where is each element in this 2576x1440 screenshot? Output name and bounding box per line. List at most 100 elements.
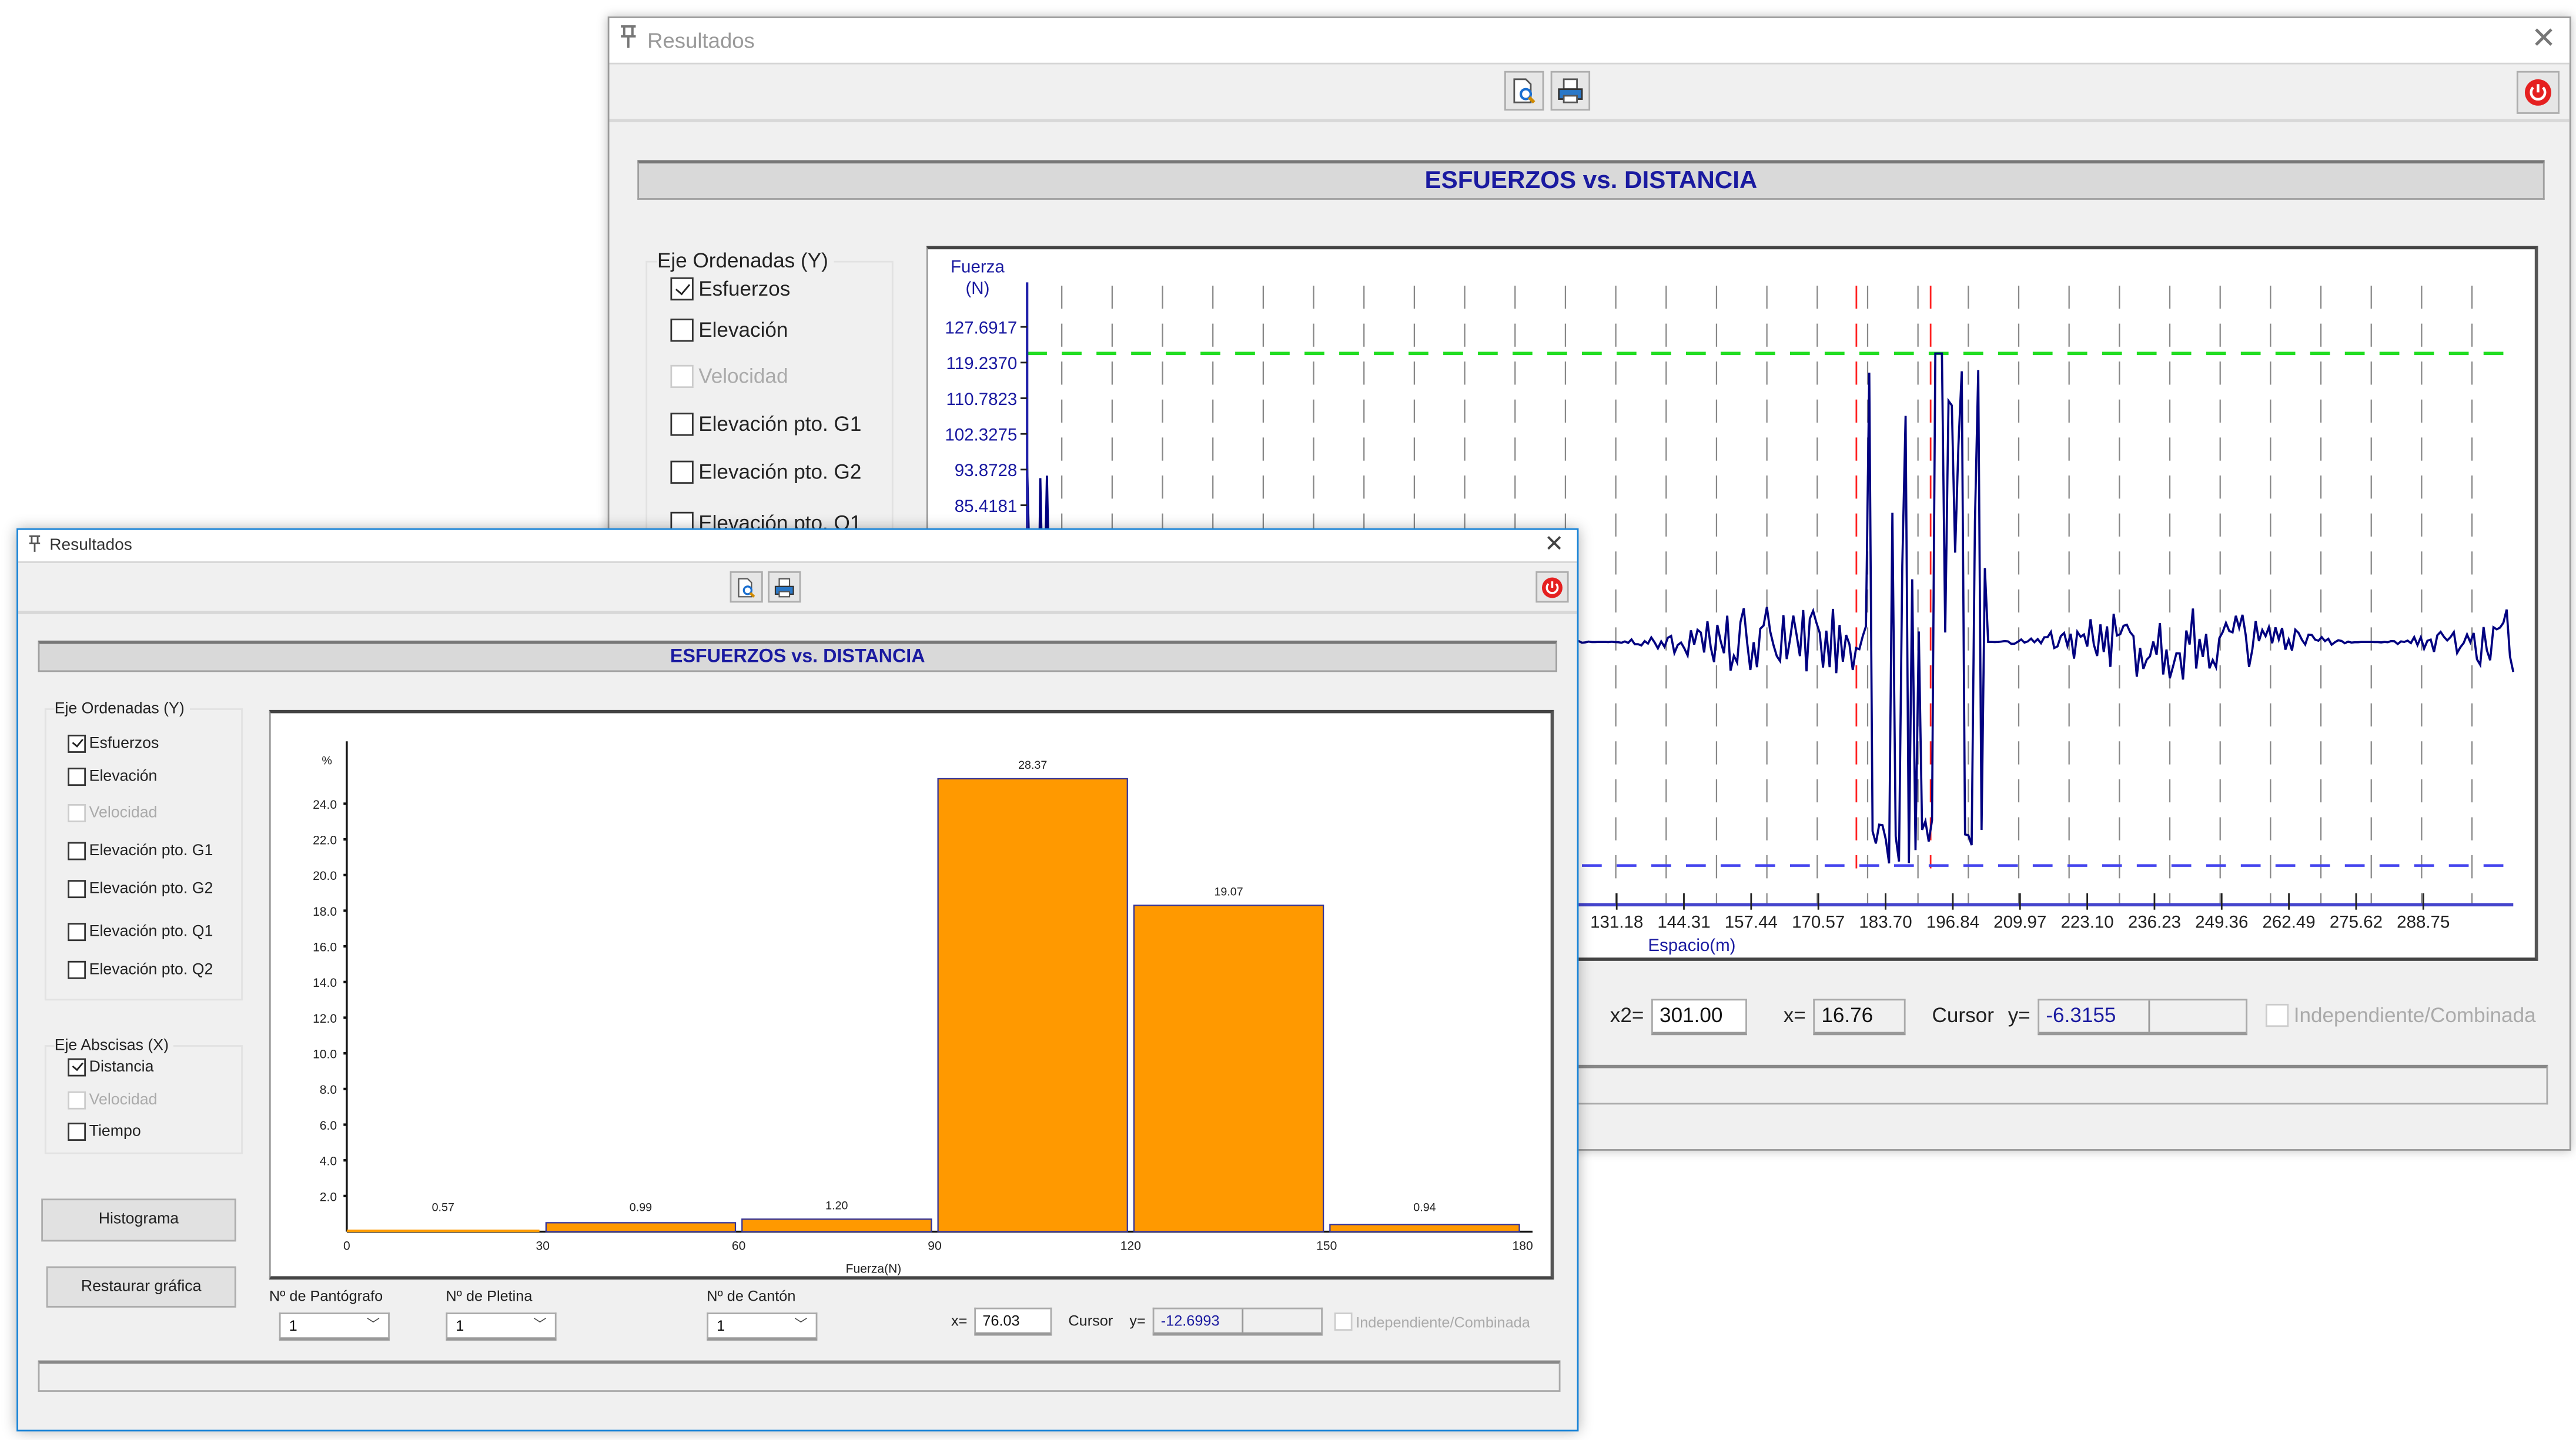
canton-label: Nº de Cantón xyxy=(707,1288,796,1305)
y-tick-label: 8.0 xyxy=(320,1083,337,1097)
x-tick-label: 249.36 xyxy=(2195,913,2248,932)
pin-icon xyxy=(28,531,41,561)
checkbox-label: Independiente/Combinada xyxy=(2293,1003,2536,1027)
checkbox-label: Distancia xyxy=(89,1058,154,1077)
pantografo-select[interactable]: 1 ﹀ xyxy=(279,1312,390,1341)
y-option-checkbox[interactable]: Elevación pto. Q1 xyxy=(68,923,213,942)
toolbar xyxy=(609,65,2570,122)
y-tick-label: 6.0 xyxy=(320,1119,337,1133)
print-preview-button[interactable] xyxy=(1504,71,1544,111)
checkbox-box xyxy=(68,1091,86,1110)
printer-icon xyxy=(1558,78,1583,103)
x-label: x= xyxy=(1783,1003,1806,1027)
checkbox-label: Elevación pto. Q1 xyxy=(89,923,213,942)
selected-value: 1 xyxy=(456,1317,464,1334)
y-tick-label: 85.4181 xyxy=(955,497,1018,516)
x-axis-title: Espacio(m) xyxy=(1648,936,1735,955)
y-tick-label: 18.0 xyxy=(313,905,337,919)
y-axis-title: (N) xyxy=(965,279,989,298)
y-option-checkbox[interactable]: Elevación pto. G2 xyxy=(670,460,861,484)
checkbox-box xyxy=(2265,1003,2289,1027)
cursor-label: Cursor xyxy=(1932,1003,1994,1027)
histogram-bar[interactable] xyxy=(937,778,1128,1233)
title-bar: Resultados ✕ xyxy=(18,530,1577,563)
histogram-bar[interactable] xyxy=(741,1218,932,1233)
x-tick-label: 170.57 xyxy=(1792,913,1845,932)
exit-button[interactable] xyxy=(2516,71,2560,114)
cursor-label: Cursor xyxy=(1068,1312,1113,1330)
bar-value-label: 0.57 xyxy=(432,1201,454,1214)
print-preview-button[interactable] xyxy=(730,571,763,603)
y-tick-label: 12.0 xyxy=(313,1012,337,1026)
y-tick-label: 102.3275 xyxy=(945,425,1017,444)
checkbox-box xyxy=(670,319,694,342)
close-icon[interactable]: ✕ xyxy=(1544,530,1564,558)
checkbox-box xyxy=(68,880,86,899)
x-value-field: 16.76 xyxy=(1813,999,1906,1036)
y-option-checkbox[interactable]: Elevación xyxy=(68,768,157,786)
x-value-field[interactable]: 76.03 xyxy=(974,1307,1052,1336)
x-tick-label: 209.97 xyxy=(1993,913,2046,932)
close-icon[interactable]: ✕ xyxy=(2531,22,2556,56)
y-option-checkbox: Velocidad xyxy=(68,803,157,822)
chevron-down-icon: ﹀ xyxy=(533,1317,547,1332)
print-button[interactable] xyxy=(1550,71,1591,111)
y-tick-label: 16.0 xyxy=(313,941,337,955)
window-title: Resultados xyxy=(647,28,755,53)
checkbox-box xyxy=(670,364,694,389)
independent-combined-checkbox[interactable]: Independiente/Combinada xyxy=(1334,1312,1530,1331)
x-tick-label: 150 xyxy=(1316,1239,1337,1253)
exit-button[interactable] xyxy=(1535,571,1569,603)
y-label: y= xyxy=(1129,1312,1146,1330)
y-option-checkbox[interactable]: Elevación pto. G1 xyxy=(670,413,861,436)
printer-icon xyxy=(774,577,794,597)
power-icon xyxy=(2524,79,2551,106)
canton-select[interactable]: 1 ﹀ xyxy=(707,1312,818,1341)
checkbox-box xyxy=(68,768,86,786)
histogram-bar[interactable] xyxy=(545,1222,737,1233)
y-option-checkbox[interactable]: Esfuerzos xyxy=(68,735,159,753)
x-tick-label: 180 xyxy=(1513,1239,1533,1253)
x-option-checkbox[interactable]: Tiempo xyxy=(68,1123,141,1141)
pletina-select[interactable]: 1 ﹀ xyxy=(446,1312,557,1341)
x-tick-label: 131.18 xyxy=(1590,913,1643,932)
y-axis-group-label: Eje Ordenadas (Y) xyxy=(54,700,190,718)
x-label: x= xyxy=(951,1312,968,1330)
y-value-field: -12.6993 xyxy=(1152,1307,1323,1336)
y-tick-label: 20.0 xyxy=(313,869,337,883)
histogram-chart[interactable]: % 2.0 4.0 6.0 8.0 10.0 12.0 14.0 16.0 18.0 20.0 22.… xyxy=(269,709,1554,1280)
x-tick-label: 60 xyxy=(732,1239,745,1253)
y-tick-label: 24.0 xyxy=(313,798,337,812)
independent-combined-checkbox[interactable]: Independiente/Combinada xyxy=(2265,1003,2536,1027)
y-option-checkbox[interactable]: Elevación pto. G2 xyxy=(68,880,213,899)
bar-value-label: 0.99 xyxy=(630,1201,652,1214)
checkbox-label: Tiempo xyxy=(89,1123,141,1141)
bar-value-label: 19.07 xyxy=(1214,885,1243,898)
chart-title-panel: ESFUERZOS vs. DISTANCIA xyxy=(38,640,1557,672)
histogram-bar[interactable] xyxy=(1329,1224,1520,1233)
x-tick-label: 30 xyxy=(536,1239,550,1253)
checkbox-label: Velocidad xyxy=(698,364,788,389)
x-tick-label: 288.75 xyxy=(2397,913,2450,932)
y-tick-label: 119.2370 xyxy=(946,354,1018,373)
x-tick-label: 196.84 xyxy=(1926,913,1979,932)
y-value: -6.3155 xyxy=(2046,1003,2116,1027)
y-tick-label: 127.6917 xyxy=(945,318,1017,337)
checkbox-box xyxy=(670,277,694,301)
print-button[interactable] xyxy=(768,571,801,603)
y-value-field: -6.3155 xyxy=(2038,999,2248,1036)
checkbox-box xyxy=(68,923,86,942)
y-option-checkbox[interactable]: Esfuerzos xyxy=(670,277,790,301)
pantografo-label: Nº de Pantógrafo xyxy=(269,1288,383,1305)
x2-input[interactable]: 301.00 xyxy=(1651,999,1747,1036)
y-option-checkbox[interactable]: Elevación pto. G1 xyxy=(68,842,213,860)
histogram-button[interactable]: Histograma xyxy=(41,1198,236,1242)
checkbox-box xyxy=(68,1123,86,1141)
checkbox-label: Elevación pto. G1 xyxy=(89,842,213,860)
y-option-checkbox[interactable]: Elevación xyxy=(670,319,788,342)
restore-chart-button[interactable]: Restaurar gráfica xyxy=(46,1266,236,1308)
x-option-checkbox[interactable]: Distancia xyxy=(68,1058,154,1077)
y-option-checkbox[interactable]: Elevación pto. Q2 xyxy=(68,960,213,979)
histogram-bar[interactable] xyxy=(1133,905,1324,1233)
checkbox-box xyxy=(68,1058,86,1077)
